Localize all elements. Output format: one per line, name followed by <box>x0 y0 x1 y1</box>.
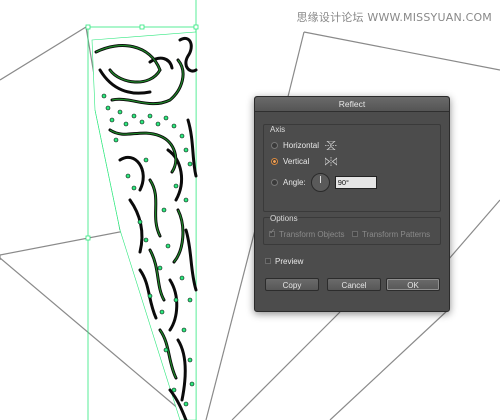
ornament-artwork[interactable] <box>91 31 198 420</box>
angle-dial-icon[interactable] <box>310 172 330 192</box>
petal-outline-bottom-mid <box>231 311 341 420</box>
angle-input[interactable] <box>334 175 377 189</box>
horizontal-reflect-icon <box>325 141 337 150</box>
transform-objects-label: Transform Objects <box>279 229 345 239</box>
horizontal-label: Horizontal <box>283 140 320 150</box>
ok-button[interactable]: OK <box>386 278 440 291</box>
transform-objects-option: Transform Objects <box>269 227 345 241</box>
axis-group-label: Axis <box>270 125 286 134</box>
dialog-title[interactable]: Reflect <box>255 97 449 112</box>
petal-outline-right-upper <box>303 31 500 71</box>
angle-radio[interactable] <box>271 178 278 186</box>
options-group-label: Options <box>270 214 298 223</box>
vertical-option[interactable]: Vertical <box>271 154 309 168</box>
transform-objects-checkbox <box>269 227 276 237</box>
vertical-radio[interactable] <box>271 157 278 165</box>
bbox-handle-ml[interactable] <box>85 235 91 241</box>
bbox-handle-tm[interactable] <box>139 24 145 30</box>
preview-checkbox[interactable] <box>265 258 271 264</box>
bbox-handle-tr[interactable] <box>193 24 199 30</box>
site-watermark: 思缘设计论坛 WWW.MISSYUAN.COM <box>296 11 492 24</box>
vertical-reflect-icon <box>325 157 337 166</box>
transform-patterns-option: Transform Patterns <box>352 227 430 241</box>
petal-outline-far-right <box>447 199 500 261</box>
preview-label: Preview <box>275 256 304 266</box>
horizontal-radio[interactable] <box>271 141 278 149</box>
transform-patterns-checkbox <box>352 231 358 237</box>
copy-button[interactable]: Copy <box>265 278 319 291</box>
vertical-label: Vertical <box>283 156 310 166</box>
petal-outline-left-lower <box>0 229 131 260</box>
preview-option[interactable]: Preview <box>265 254 303 268</box>
petal-outline-bottom-right <box>329 309 449 420</box>
cancel-button[interactable]: Cancel <box>327 278 381 291</box>
transform-patterns-label: Transform Patterns <box>362 229 431 239</box>
angle-option[interactable]: Angle: <box>271 172 377 192</box>
petal-outline-right-lower <box>205 229 256 420</box>
reflect-dialog: Reflect Axis Horizontal Vertical Angle: … <box>254 96 450 312</box>
horizontal-option[interactable]: Horizontal <box>271 138 319 152</box>
bbox-handle-tl[interactable] <box>85 24 91 30</box>
angle-label: Angle: <box>283 177 306 187</box>
